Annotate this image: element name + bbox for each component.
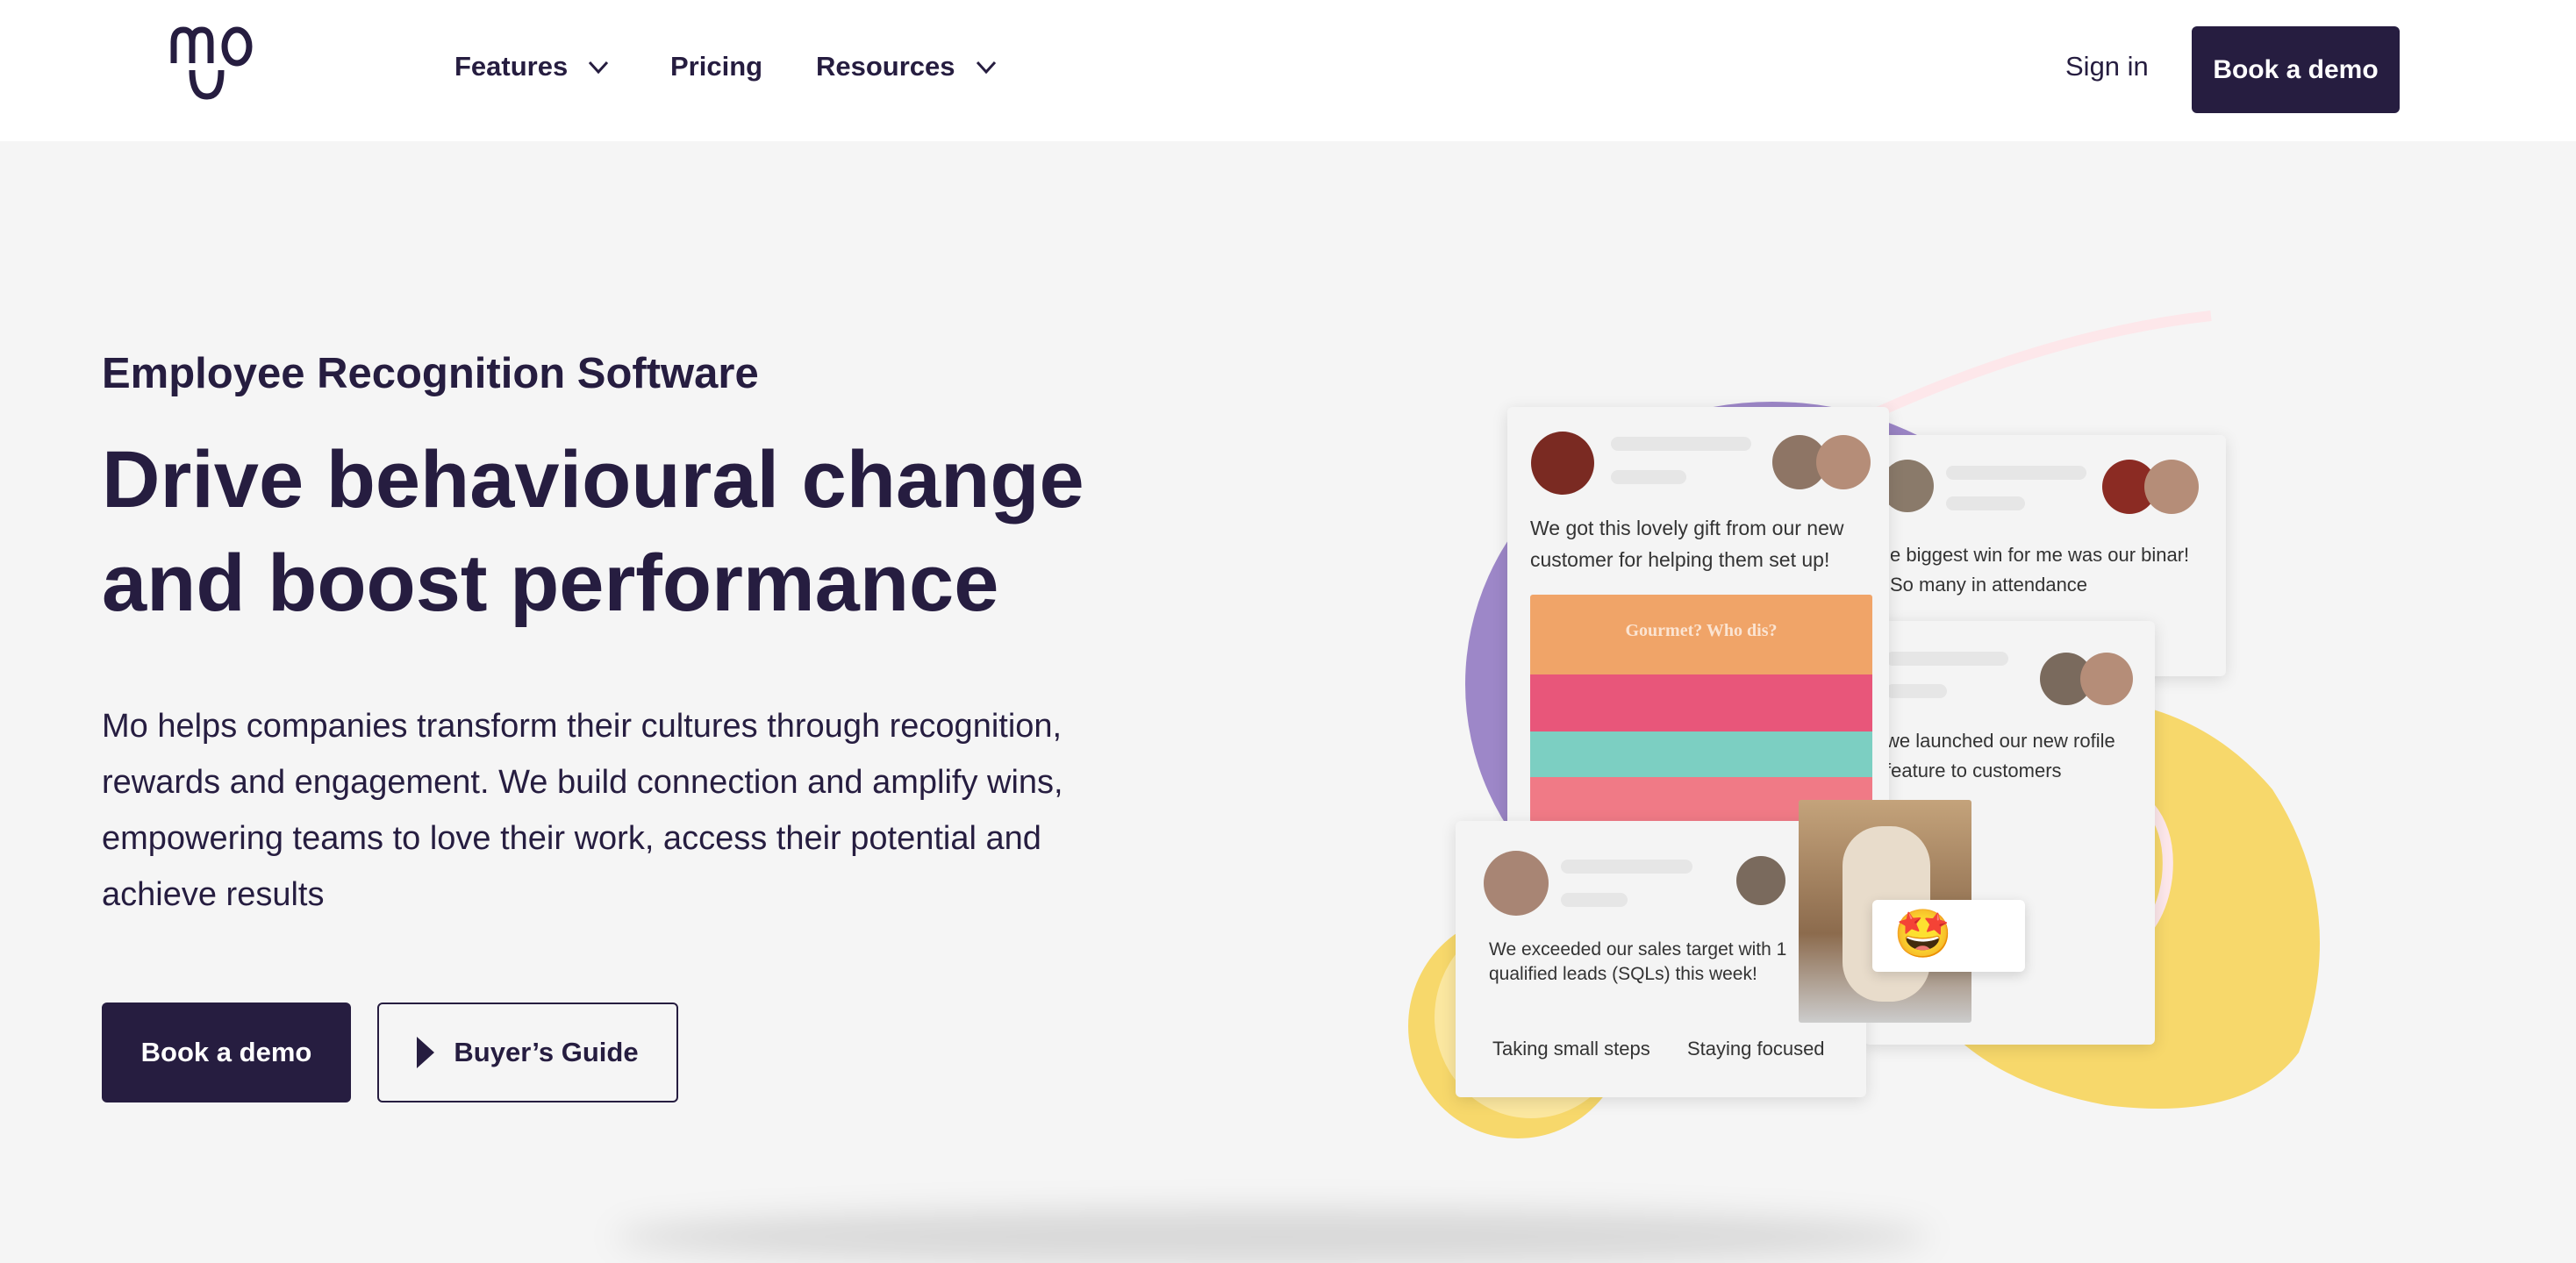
header-book-demo-button[interactable]: Book a demo bbox=[2192, 26, 2400, 113]
nav-pricing[interactable]: Pricing bbox=[670, 51, 762, 82]
placeholder-bar bbox=[1946, 466, 2086, 480]
placeholder-bar bbox=[1946, 496, 2025, 510]
placeholder-bar bbox=[1885, 684, 1947, 698]
card-text: We exceeded our sales target with 1 qual… bbox=[1489, 939, 1787, 984]
placeholder-bar bbox=[1611, 437, 1751, 451]
nav-features[interactable]: Features bbox=[454, 51, 610, 82]
nav-features-label: Features bbox=[454, 51, 569, 82]
avatar bbox=[1736, 856, 1785, 905]
recognition-card: We got this lovely gift from our new cus… bbox=[1507, 407, 1889, 840]
nav-pricing-label: Pricing bbox=[670, 51, 763, 82]
avatar bbox=[1816, 435, 1871, 489]
nav-resources-label: Resources bbox=[816, 51, 955, 82]
section-shadow bbox=[614, 1210, 1930, 1263]
gift-box-photo: Gourmet? Who dis? bbox=[1530, 595, 1872, 823]
card-text: we launched our new rofile feature to cu… bbox=[1885, 730, 2115, 781]
hero-description: Mo helps companies transform their cultu… bbox=[102, 708, 1063, 913]
tag: Taking small steps bbox=[1492, 1038, 1650, 1060]
card-text: We got this lovely gift from our new cus… bbox=[1530, 517, 1844, 571]
nav-resources[interactable]: Resources bbox=[816, 51, 998, 82]
placeholder-bar bbox=[1611, 470, 1686, 484]
book-demo-button[interactable]: Book a demo bbox=[102, 1003, 351, 1102]
avatar bbox=[1881, 460, 1934, 512]
avatar bbox=[2080, 653, 2133, 705]
hero-title: Drive behavioural change and boost perfo… bbox=[102, 428, 1155, 635]
photo-caption: Gourmet? Who dis? bbox=[1625, 621, 1778, 640]
placeholder-bar bbox=[1561, 860, 1692, 874]
avatar bbox=[1531, 432, 1594, 495]
hero-kicker: Employee Recognition Software bbox=[102, 350, 759, 397]
sign-in-link[interactable]: Sign in bbox=[2065, 51, 2149, 82]
placeholder-bar bbox=[1885, 652, 2008, 666]
chevron-down-icon bbox=[976, 61, 996, 75]
hero-title-line2: and boost performance bbox=[102, 539, 999, 628]
play-icon bbox=[417, 1037, 435, 1068]
header: Features Pricing Resources Sign in Book … bbox=[0, 0, 2576, 141]
emoji-reaction: 🤩 bbox=[1872, 900, 2025, 972]
hero-title-line1: Drive behavioural change bbox=[102, 435, 1084, 524]
avatar bbox=[1484, 851, 1549, 916]
placeholder-bar bbox=[1561, 893, 1628, 907]
buyers-guide-label: Buyer’s Guide bbox=[454, 1037, 639, 1067]
chevron-down-icon bbox=[589, 61, 609, 75]
mo-logo[interactable] bbox=[168, 25, 265, 100]
tag: Staying focused bbox=[1687, 1038, 1825, 1060]
avatar bbox=[2144, 460, 2199, 514]
card-text: e biggest win for me was our binar! So m… bbox=[1890, 544, 2190, 596]
buyers-guide-button[interactable]: Buyer’s Guide bbox=[377, 1003, 678, 1102]
